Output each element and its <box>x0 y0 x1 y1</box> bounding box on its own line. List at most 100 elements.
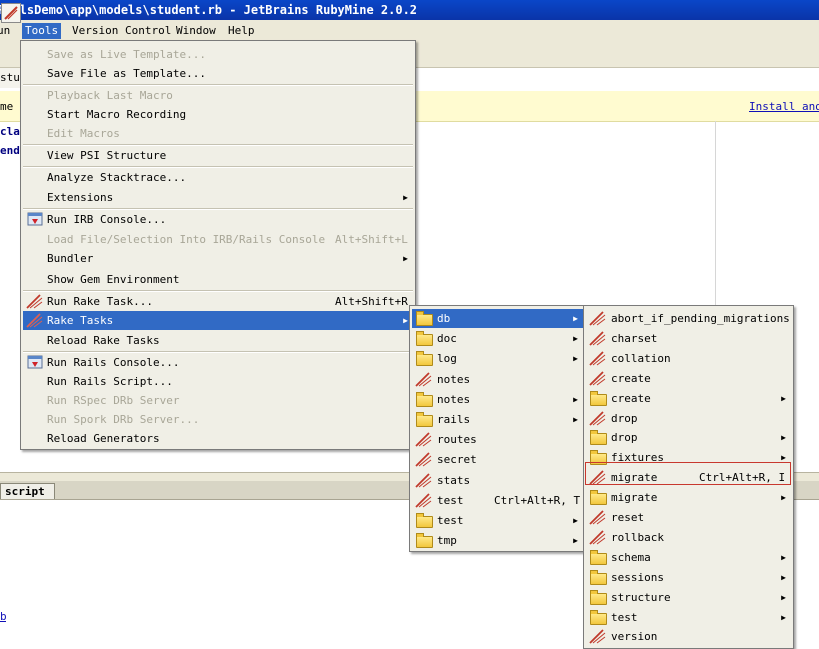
menu-item-run-rails-script[interactable]: Run Rails Script... <box>23 372 413 391</box>
folder-icon <box>416 331 433 347</box>
menu-item-save-live-template[interactable]: Save as Live Template... <box>23 45 413 64</box>
db-item-9[interactable]: migrate ▶ <box>586 488 791 507</box>
rake-icon <box>589 530 606 545</box>
menu-item-analyze-stacktrace[interactable]: Analyze Stacktrace... <box>23 168 413 187</box>
console-icon <box>27 212 43 226</box>
rake-item-4[interactable]: notes ▶ <box>412 390 583 409</box>
folder-icon <box>590 549 607 565</box>
folder-icon <box>590 609 607 625</box>
highlight-callout <box>585 462 791 485</box>
menu-item-bundler[interactable]: Bundler ▶ <box>23 249 413 268</box>
menu-item-rspec-drb[interactable]: Run RSpec DRb Server <box>23 391 413 410</box>
menu-item-reload-rake[interactable]: Reload Rake Tasks <box>23 331 413 350</box>
install-link[interactable]: Install and <box>749 100 819 113</box>
menu-item-start-macro[interactable]: Start Macro Recording <box>23 105 413 124</box>
submenu-arrow-icon: ▶ <box>403 316 408 325</box>
console-link[interactable]: b <box>0 610 6 623</box>
db-item-14[interactable]: structure ▶ <box>586 588 791 607</box>
folder-icon <box>416 513 433 528</box>
menu-item-edit-macros[interactable]: Edit Macros <box>23 124 413 143</box>
db-item-13[interactable]: sessions ▶ <box>586 568 791 587</box>
submenu-arrow-icon: ▶ <box>781 393 786 403</box>
rake-item-7[interactable]: secret <box>412 450 583 469</box>
rake-icon <box>589 371 606 386</box>
script-tab[interactable]: script <box>0 483 55 499</box>
rake-item-6[interactable]: routes <box>412 430 583 449</box>
menu-item-rake-tasks[interactable]: Rake Tasks ▶ <box>23 311 413 330</box>
window-title: RailsDemo\app\models\student.rb - JetBra… <box>0 3 418 17</box>
rake-item-3[interactable]: notes <box>412 370 583 389</box>
db-item-6[interactable]: drop ▶ <box>586 428 791 447</box>
db-item-10[interactable]: reset <box>586 508 791 527</box>
folder-icon <box>416 391 433 407</box>
submenu-arrow-icon: ▶ <box>781 572 786 582</box>
submenu-arrow-icon: ▶ <box>403 254 408 263</box>
db-item-0[interactable]: abort_if_pending_migrations <box>586 309 791 328</box>
menu-item-run-rails-console[interactable]: Run Rails Console... <box>23 353 413 372</box>
folder-icon <box>416 533 433 549</box>
rake-item-1[interactable]: doc ▶ <box>412 329 583 348</box>
rake-item-8[interactable]: stats <box>412 471 583 490</box>
folder-icon <box>416 351 433 367</box>
menu-item-run-irb[interactable]: Run IRB Console... <box>23 210 413 229</box>
rake-icon <box>589 311 606 326</box>
rake-icon <box>589 351 606 366</box>
submenu-arrow-icon: ▶ <box>781 433 786 443</box>
rake-item-0[interactable]: db ▶ <box>412 309 583 328</box>
submenu-arrow-icon: ▶ <box>781 612 786 622</box>
rake-icon <box>415 472 432 488</box>
menu-item-show-gem-env[interactable]: Show Gem Environment <box>23 270 413 289</box>
submenu-arrow-icon: ▶ <box>573 314 578 323</box>
submenu-arrow-icon: ▶ <box>781 493 786 503</box>
menu-item-save-file-template[interactable]: Save File as Template... <box>23 64 413 83</box>
db-item-1[interactable]: charset <box>586 329 791 348</box>
db-item-12[interactable]: schema ▶ <box>586 548 791 567</box>
db-item-5[interactable]: drop <box>586 409 791 428</box>
rake-item-11[interactable]: tmp ▶ <box>412 531 583 550</box>
rake-item-2[interactable]: log ▶ <box>412 349 583 368</box>
menu-tools[interactable]: Tools <box>22 23 62 39</box>
folder-icon <box>590 589 607 605</box>
rake-toolbar-button[interactable] <box>1 3 21 23</box>
menu-run[interactable]: un <box>0 23 13 39</box>
rake-icon <box>589 410 606 426</box>
menubar: un Tools Version Control Window Help <box>0 20 819 41</box>
db-item-2[interactable]: collation <box>586 349 791 368</box>
submenu-arrow-icon: ▶ <box>573 536 578 546</box>
submenu-arrow-icon: ▶ <box>573 354 578 364</box>
menu-item-playback-macro[interactable]: Playback Last Macro <box>23 86 413 105</box>
rake-icon <box>415 493 432 508</box>
db-item-15[interactable]: test ▶ <box>586 608 791 627</box>
menu-item-view-psi[interactable]: View PSI Structure <box>23 146 413 165</box>
rake-icon <box>415 371 432 387</box>
submenu-arrow-icon: ▶ <box>573 516 578 525</box>
menu-item-reload-generators[interactable]: Reload Generators <box>23 429 413 448</box>
menu-item-spork-drb[interactable]: Run Spork DRb Server... <box>23 410 413 429</box>
rake-item-10[interactable]: test ▶ <box>412 511 583 530</box>
folder-icon <box>416 311 433 326</box>
db-item-4[interactable]: create ▶ <box>586 389 791 408</box>
code-line: end <box>0 144 20 157</box>
menu-version-control[interactable]: Version Control <box>69 23 174 39</box>
db-item-3[interactable]: create <box>586 369 791 388</box>
rake-item-9[interactable]: test Ctrl+Alt+R, T <box>412 491 583 510</box>
menu-help[interactable]: Help <box>225 23 258 39</box>
folder-icon <box>590 430 607 446</box>
submenu-arrow-icon: ▶ <box>781 592 786 602</box>
menu-window[interactable]: Window <box>173 23 219 39</box>
db-item-11[interactable]: rollback <box>586 528 791 547</box>
rake-icon <box>589 629 606 645</box>
menu-item-load-into-irb[interactable]: Load File/Selection Into IRB/Rails Conso… <box>23 230 413 249</box>
folder-icon <box>590 490 607 506</box>
submenu-arrow-icon: ▶ <box>781 552 786 562</box>
rake-tasks-submenu: db ▶ doc ▶ log ▶ notes notes ▶ rails ▶ routes secret… <box>409 305 586 552</box>
menu-item-extensions[interactable]: Extensions ▶ <box>23 188 413 207</box>
submenu-arrow-icon: ▶ <box>573 415 578 424</box>
db-item-16[interactable]: version <box>586 627 791 646</box>
rake-icon <box>415 452 432 468</box>
folder-icon <box>416 412 433 427</box>
menu-item-run-rake-task[interactable]: Run Rake Task... Alt+Shift+R <box>23 292 413 311</box>
rake-icon <box>589 510 606 525</box>
rake-item-5[interactable]: rails ▶ <box>412 410 583 429</box>
submenu-arrow-icon: ▶ <box>573 394 578 404</box>
